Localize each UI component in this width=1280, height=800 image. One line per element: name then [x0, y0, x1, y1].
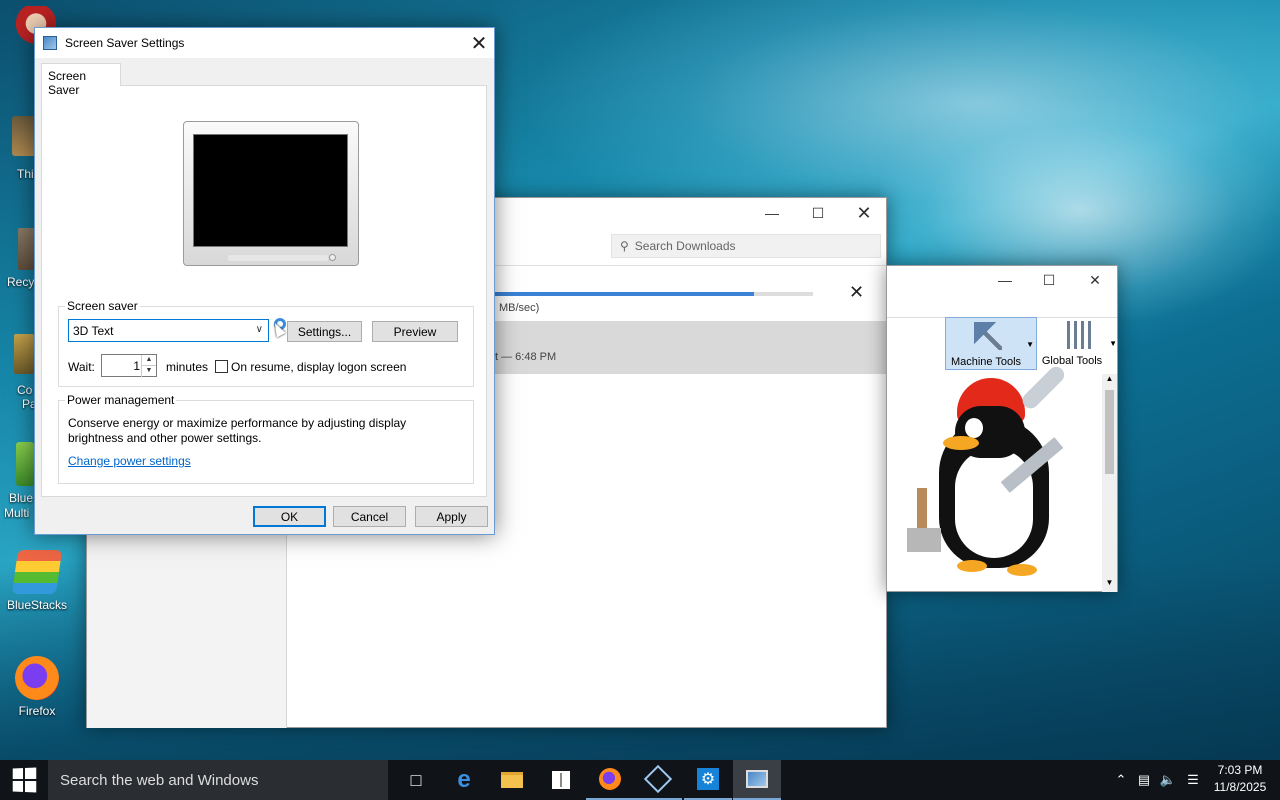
monitor-preview — [183, 121, 359, 266]
action-center-icon[interactable]: ☰ — [1180, 772, 1206, 788]
tab-screen-saver[interactable]: Screen Saver — [41, 63, 121, 97]
download-time-text: t — 6:48 PM — [495, 351, 557, 363]
edge-icon[interactable]: e — [440, 760, 488, 800]
settings-gear-icon[interactable]: ⚙ — [684, 760, 732, 800]
store-icon[interactable] — [537, 760, 585, 800]
tab-panel: Screen saver 3D Text ∨ Settings... Previ… — [41, 85, 487, 497]
system-tray: ⌃ ▤ 🔈 ☰ — [1110, 760, 1206, 800]
preview-screen — [193, 134, 348, 247]
machine-tools-button[interactable]: Machine Tools ▼ — [945, 317, 1037, 370]
minimize-button[interactable]: — — [749, 198, 795, 228]
chevron-down-icon: ∨ — [255, 324, 263, 335]
download-progress-fill — [487, 292, 755, 296]
resume-logon-checkbox[interactable] — [215, 360, 228, 373]
dialog-title-bar[interactable]: Screen Saver Settings ✕ — [35, 28, 494, 58]
desktop-label-control-panel-1: Co — [17, 383, 33, 397]
clock-time: 7:03 PM — [1217, 763, 1263, 777]
desktop-icon-label: Firefox — [18, 704, 56, 718]
screen-saver-group-label: Screen saver — [65, 299, 140, 313]
desktop-label-recycle-bin: Recy — [7, 275, 35, 289]
resume-logon-label[interactable]: On resume, display logon screen — [231, 360, 406, 374]
wait-label: Wait: — [68, 360, 95, 374]
download-dismiss-icon[interactable]: ✕ — [849, 282, 864, 303]
scroll-down-icon[interactable]: ▼ — [1102, 578, 1117, 592]
desktop-label-bluestacks-multi-2: Multi — [4, 506, 30, 520]
desktop-label-bluestacks-multi-1: Blue — [9, 491, 34, 505]
maximize-button[interactable]: ☐ — [795, 198, 841, 228]
tools-window[interactable]: — ☐ ✕ Machine Tools ▼ Global Tools ▼ ▲ ▼ — [886, 265, 1118, 592]
stepper-up-icon[interactable]: ▲ — [141, 355, 156, 366]
monitor-base — [228, 255, 328, 261]
firefox-taskbar-icon[interactable] — [586, 760, 634, 800]
search-icon: ⚲ — [620, 239, 629, 253]
taskbar-search-text: Search the web and Windows — [60, 771, 259, 789]
screen-saver-dropdown[interactable]: 3D Text ∨ — [68, 319, 269, 342]
screen-saver-settings-dialog[interactable]: Screen Saver Settings ✕ Screen Saver Scr… — [34, 27, 495, 535]
taskbar-search-box[interactable]: Search the web and Windows — [48, 760, 388, 800]
wait-minutes-input[interactable] — [104, 357, 140, 374]
windows-logo-icon — [12, 767, 37, 793]
scroll-up-icon[interactable]: ▲ — [1102, 374, 1117, 388]
minimize-button[interactable]: — — [982, 266, 1028, 294]
screen-saver-app-icon — [43, 36, 57, 50]
bluestacks-icon — [11, 550, 63, 594]
screen-saver-taskbar-icon[interactable] — [733, 760, 781, 800]
close-button[interactable]: ✕ — [841, 198, 887, 228]
desktop-icon-firefox[interactable]: Firefox — [0, 656, 74, 718]
desktop-label-this-pc: Thi — [17, 167, 34, 181]
clock-date: 11/8/2025 — [1213, 780, 1267, 794]
settings-button[interactable]: Settings... — [287, 321, 362, 342]
global-tools-button[interactable]: Global Tools ▼ — [1039, 317, 1117, 370]
stepper-down-icon[interactable]: ▼ — [141, 366, 156, 377]
machine-tools-label: Machine Tools — [950, 356, 1022, 368]
desktop-icon-bluestacks[interactable]: BlueStacks — [0, 550, 74, 612]
chevron-down-icon[interactable]: ▼ — [1109, 339, 1117, 348]
power-management-group-label: Power management — [65, 393, 177, 407]
scrollbar-thumb[interactable] — [1105, 390, 1114, 474]
change-power-settings-link[interactable]: Change power settings — [68, 454, 191, 468]
ok-button[interactable]: OK — [253, 506, 326, 527]
scrollbar[interactable]: ▲ ▼ — [1102, 374, 1117, 592]
cancel-button[interactable]: Cancel — [333, 506, 406, 527]
desktop-icon-label: BlueStacks — [6, 598, 68, 612]
start-button[interactable] — [0, 760, 48, 800]
volume-muted-icon[interactable]: 🔈 — [1156, 772, 1180, 788]
minutes-label: minutes — [166, 360, 209, 374]
preview-button[interactable]: Preview — [372, 321, 458, 342]
selected-screen-saver: 3D Text — [73, 324, 114, 338]
desktop-icon-bluestacks-multi[interactable] — [16, 442, 34, 486]
show-hidden-icons-icon[interactable]: ⌃ — [1110, 772, 1132, 788]
maximize-button[interactable]: ☐ — [1026, 266, 1072, 294]
close-button[interactable]: ✕ — [1072, 266, 1118, 294]
monitor-power-led — [329, 254, 336, 261]
chevron-down-icon[interactable]: ▼ — [1026, 340, 1034, 349]
tools-icon — [1067, 321, 1093, 349]
wait-minutes-stepper[interactable]: ▲ ▼ — [101, 354, 157, 377]
file-explorer-icon[interactable] — [488, 760, 536, 800]
global-tools-label: Global Tools — [1041, 355, 1103, 367]
firefox-icon — [15, 656, 59, 700]
clock[interactable]: 7:03 PM 11/8/2025 — [1204, 762, 1276, 796]
download-progress-track — [487, 292, 813, 296]
hammer-icon — [974, 322, 1002, 350]
virtualbox-icon[interactable] — [634, 760, 682, 800]
close-button[interactable]: ✕ — [464, 28, 494, 58]
search-downloads-box[interactable]: ⚲ Search Downloads — [611, 234, 881, 258]
penguin-mascot-image — [907, 363, 1097, 588]
task-view-icon[interactable]: □ — [392, 760, 440, 800]
download-speed-text: MB/sec) — [499, 302, 540, 314]
power-description: Conserve energy or maximize performance … — [68, 416, 407, 445]
dialog-title: Screen Saver Settings — [65, 36, 185, 50]
desktop-icon-control-panel[interactable] — [14, 334, 34, 374]
search-downloads-placeholder: Search Downloads — [634, 239, 736, 253]
apply-button[interactable]: Apply — [415, 506, 488, 527]
network-icon[interactable]: ▤ — [1132, 772, 1156, 788]
